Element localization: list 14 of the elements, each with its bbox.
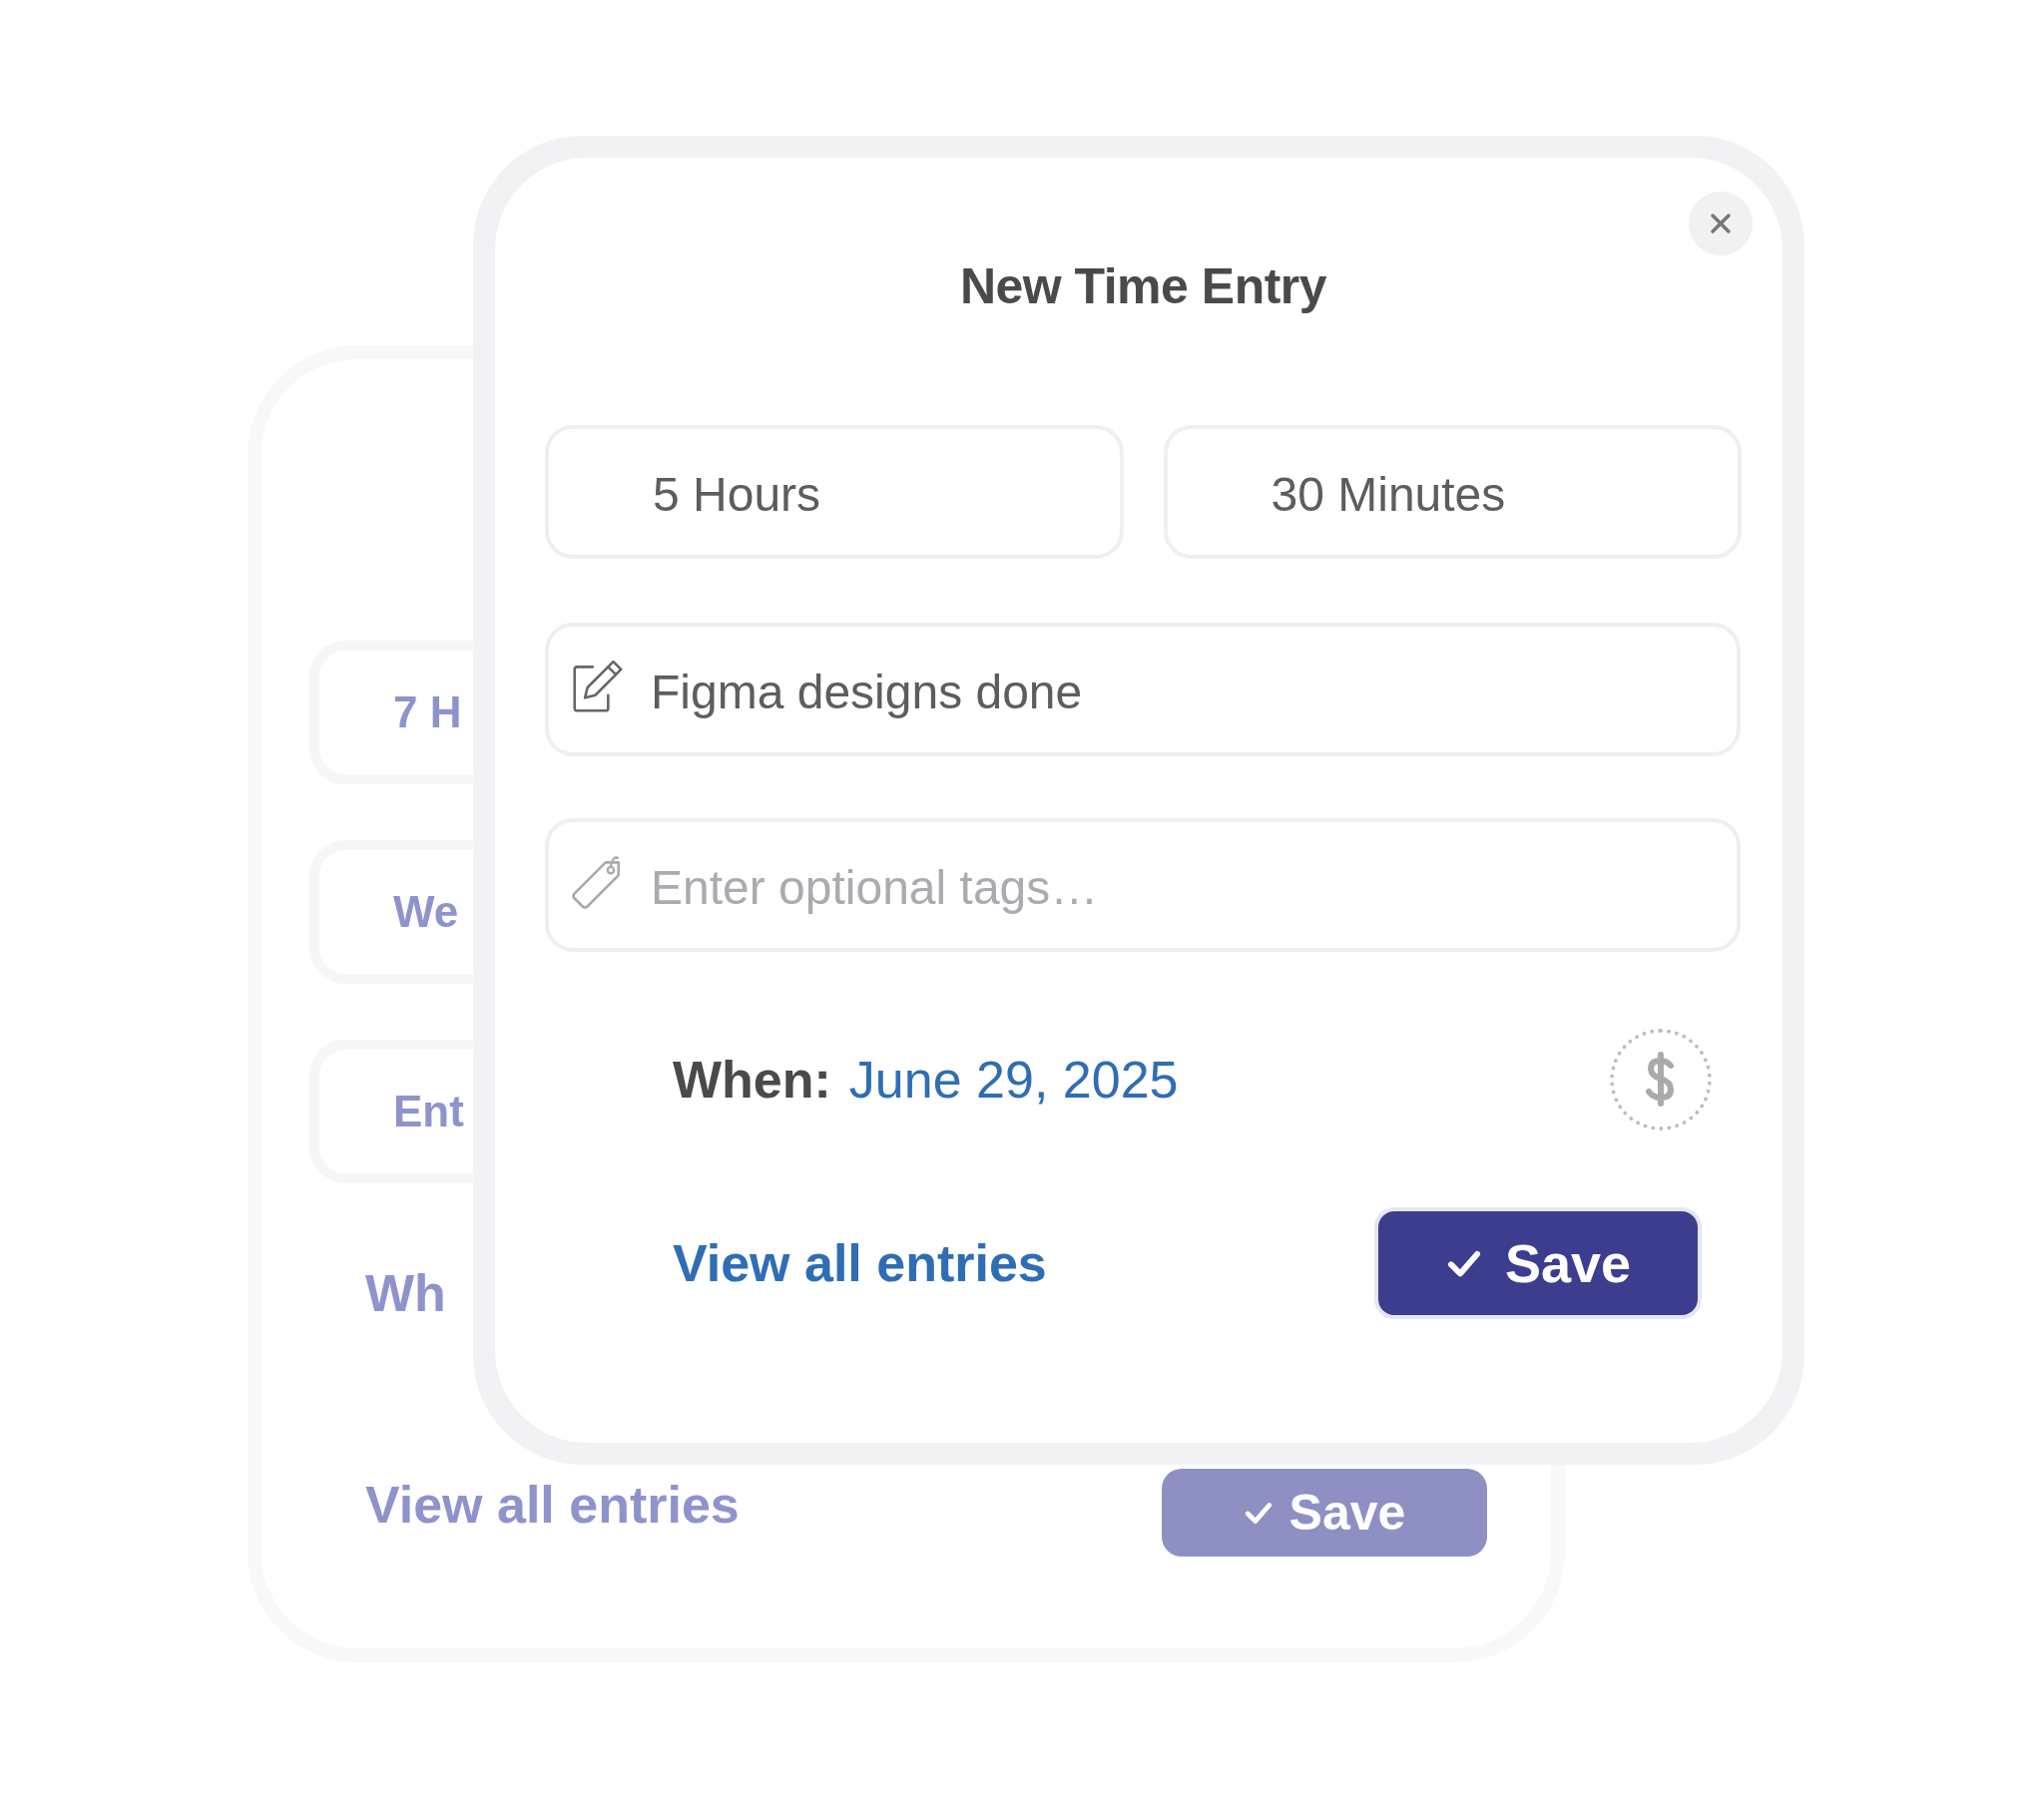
duration-field[interactable]: 5 Hours [545,425,1124,559]
duration-field[interactable]: 30 Minutes [1163,425,1742,559]
field-text: 7 H [393,687,462,737]
date-link[interactable]: June 29, 2025 [848,1050,1179,1110]
when-label: When: [673,1050,831,1110]
save-button[interactable]: Save [1374,1207,1702,1319]
field-text: Ent [393,1087,464,1136]
when-label: Wh [365,1263,446,1323]
close-icon [1709,212,1733,235]
dialog-title: New Time Entry [959,257,1327,315]
view-all-link[interactable]: View all entries [673,1233,1047,1293]
description-field[interactable]: Figma designs done [545,623,1741,756]
field-text: We [393,887,459,937]
tags-field[interactable]: Enter optional tags… [545,818,1741,952]
